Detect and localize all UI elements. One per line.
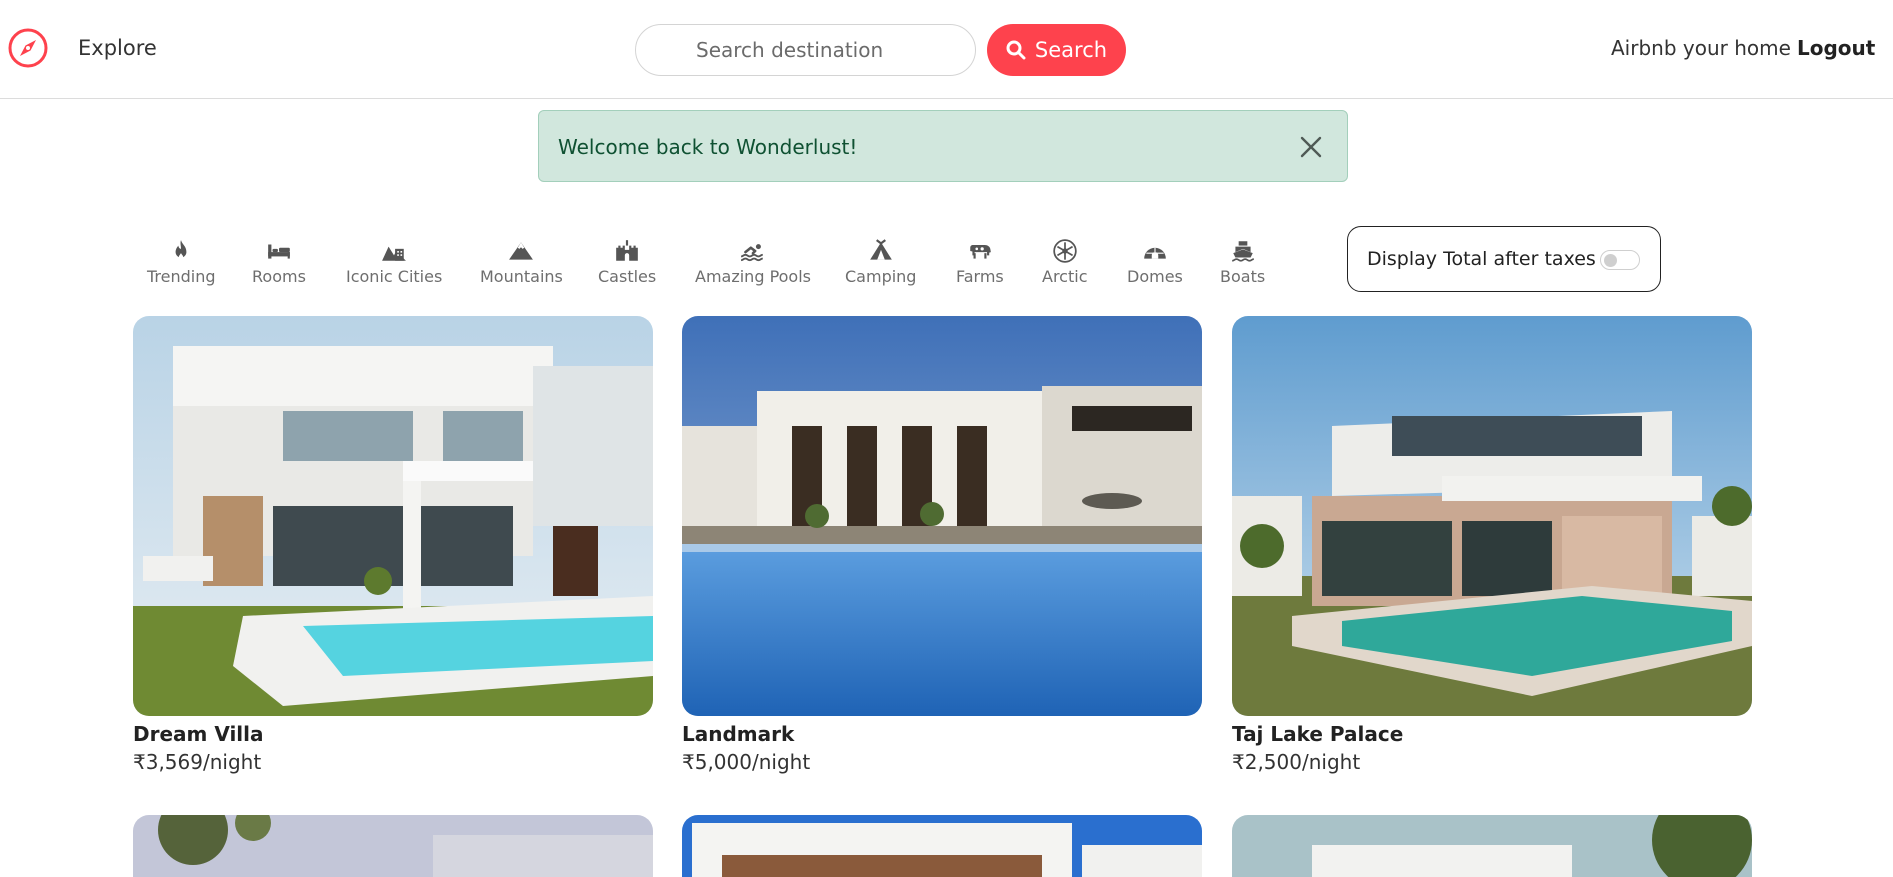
explore-link[interactable]: Explore (78, 36, 157, 60)
listing-card[interactable] (682, 815, 1202, 877)
filter-label: Trending (147, 267, 216, 286)
listing-image[interactable] (682, 316, 1202, 716)
alert-message: Welcome back to Wonderlust! (558, 135, 858, 159)
listing-image[interactable] (133, 316, 653, 716)
listing-image[interactable] (1232, 316, 1752, 716)
filter-label: Rooms (252, 267, 306, 286)
filter-arctic[interactable]: Arctic (1042, 238, 1087, 286)
swimmer-icon (740, 244, 763, 262)
search-input[interactable] (635, 24, 976, 76)
listing-card[interactable]: Dream Villa ₹3,569/night (133, 316, 653, 774)
ship-icon (1231, 241, 1254, 262)
filter-trending[interactable]: Trending (147, 238, 216, 286)
filter-rooms[interactable]: Rooms (252, 238, 306, 286)
navbar: Explore Search Airbnb your home Logout (0, 0, 1893, 99)
listing-price: ₹5,000/night (682, 750, 811, 774)
igloo-icon (1144, 247, 1166, 259)
switch-knob (1604, 254, 1617, 267)
castle-icon (616, 240, 638, 261)
tent-icon (869, 239, 892, 260)
city-icon (382, 246, 407, 261)
search-button[interactable]: Search (987, 24, 1126, 76)
listing-card[interactable]: Landmark ₹5,000/night (682, 316, 1202, 774)
close-icon[interactable] (1299, 135, 1323, 159)
listing-image[interactable] (682, 815, 1202, 877)
search-icon (1006, 40, 1026, 60)
listing-image[interactable] (1232, 815, 1752, 877)
filter-mountains[interactable]: Mountains (480, 238, 563, 286)
filter-label: Amazing Pools (695, 267, 811, 286)
listing-title: Taj Lake Palace (1232, 722, 1404, 746)
bed-icon (268, 244, 290, 259)
filter-domes[interactable]: Domes (1127, 238, 1183, 286)
filter-amazing-pools[interactable]: Amazing Pools (695, 238, 811, 286)
filter-label: Farms (956, 267, 1004, 286)
compass-icon[interactable] (7, 27, 49, 69)
filter-label: Boats (1220, 267, 1266, 286)
listing-image[interactable] (133, 815, 653, 877)
listing-title: Dream Villa (133, 722, 264, 746)
category-filters: Trending Rooms Iconic Cities Mountains C… (130, 238, 1280, 298)
filter-castles[interactable]: Castles (598, 238, 656, 286)
logout-link[interactable]: Logout (1797, 36, 1875, 60)
host-home-link[interactable]: Airbnb your home (1611, 36, 1791, 60)
filter-label: Camping (845, 267, 917, 286)
search-button-label: Search (1034, 38, 1108, 62)
listing-card[interactable] (133, 815, 653, 877)
tax-toggle[interactable]: Display Total after taxes (1347, 226, 1661, 292)
mountain-icon (509, 242, 534, 260)
filter-label: Iconic Cities (346, 267, 443, 286)
filter-camping[interactable]: Camping (845, 238, 916, 286)
filter-boats[interactable]: Boats (1220, 238, 1265, 286)
listing-title: Landmark (682, 722, 795, 746)
listing-card[interactable]: Taj Lake Palace ₹2,500/night (1232, 316, 1752, 774)
filter-label: Arctic (1042, 267, 1088, 286)
filter-farms[interactable]: Farms (956, 238, 1004, 286)
snowflake-icon (1053, 239, 1077, 263)
filter-label: Mountains (480, 267, 563, 286)
welcome-alert: Welcome back to Wonderlust! (538, 110, 1348, 182)
listing-price: ₹2,500/night (1232, 750, 1361, 774)
tax-toggle-label: Display Total after taxes (1367, 248, 1596, 270)
fire-icon (175, 240, 187, 260)
filter-label: Domes (1127, 267, 1183, 286)
listing-card[interactable] (1232, 815, 1752, 877)
tax-switch[interactable] (1600, 250, 1640, 270)
filter-label: Castles (598, 267, 657, 286)
listing-price: ₹3,569/night (133, 750, 262, 774)
filter-iconic-cities[interactable]: Iconic Cities (346, 238, 442, 286)
cow-icon (970, 245, 991, 259)
